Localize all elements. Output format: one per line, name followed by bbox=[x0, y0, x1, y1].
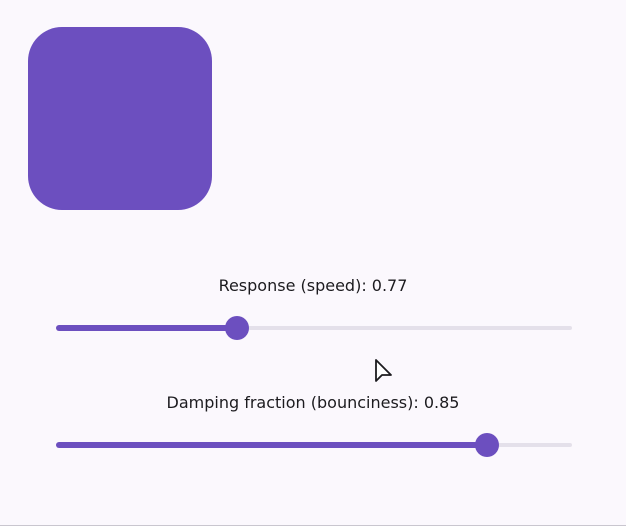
slider-active-track bbox=[56, 442, 487, 448]
response-speed-label: Response (speed): 0.77 bbox=[218, 276, 408, 295]
slider-thumb[interactable] bbox=[475, 433, 499, 457]
pointer-cursor-icon bbox=[375, 359, 392, 382]
slider-thumb[interactable] bbox=[225, 316, 249, 340]
animated-rounded-square bbox=[28, 27, 212, 210]
damping-fraction-slider[interactable] bbox=[56, 433, 572, 457]
damping-fraction-label: Damping fraction (bounciness): 0.85 bbox=[166, 393, 460, 412]
slider-active-track bbox=[56, 325, 237, 331]
response-speed-slider[interactable] bbox=[56, 316, 572, 340]
